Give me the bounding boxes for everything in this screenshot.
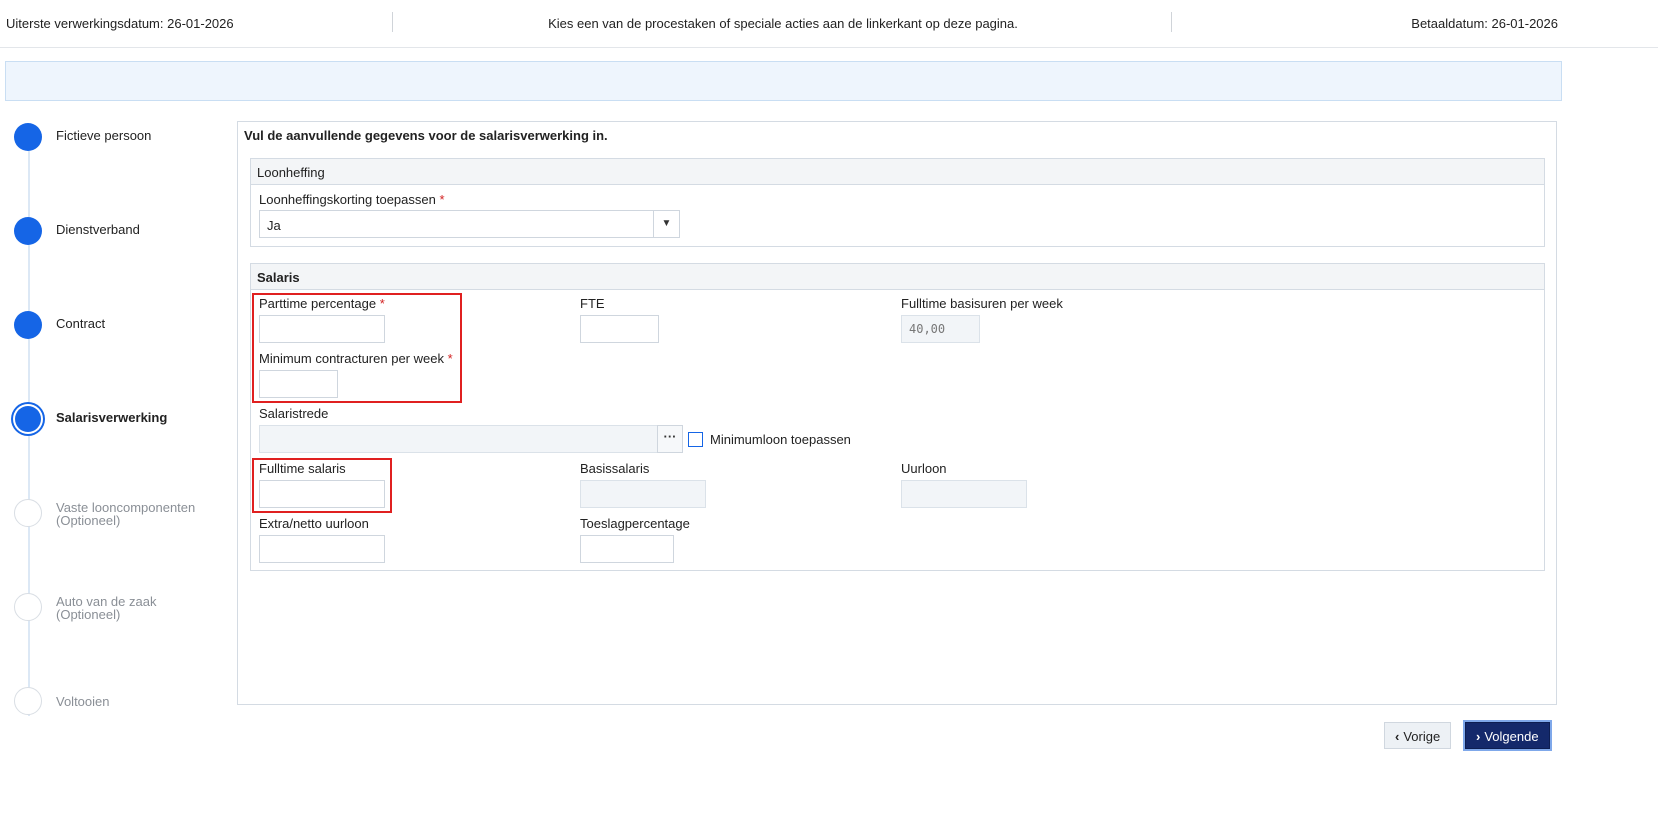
- uurloon-label: Uurloon: [901, 461, 947, 476]
- toeslagpercentage-input[interactable]: [580, 535, 674, 563]
- step-label: Voltooien: [56, 694, 110, 709]
- button-label: Vorige: [1403, 729, 1441, 744]
- section-title: Salaris: [251, 264, 1544, 290]
- step-label: Salarisverwerking: [56, 410, 168, 425]
- chevron-left-icon: ‹: [1395, 729, 1400, 744]
- salaristrede-lookup-button[interactable]: ···: [657, 425, 683, 453]
- extra-netto-uurloon-label: Extra/netto uurloon: [259, 516, 369, 531]
- step-pending-icon: [14, 499, 42, 527]
- instruction-text: Kies een van de procestaken of speciale …: [548, 16, 1018, 31]
- loonheffingskorting-label: Loonheffingskorting toepassen *: [259, 192, 445, 207]
- step-label-line: (Optioneel): [56, 607, 121, 622]
- previous-button[interactable]: ‹ Vorige: [1384, 722, 1452, 749]
- step-auto-van-de-zaak[interactable]: Auto van de zaak (Optioneel): [14, 593, 230, 623]
- uurloon-input: [901, 480, 1027, 508]
- validation-highlight-required: [252, 293, 462, 403]
- extra-netto-uurloon-input[interactable]: [259, 535, 385, 563]
- step-label: Vaste looncomponenten (Optioneel): [56, 501, 195, 527]
- select-value: Ja: [267, 218, 281, 233]
- step-label: Auto van de zaak (Optioneel): [56, 595, 156, 621]
- info-banner: [5, 61, 1562, 101]
- section-loonheffing: Loonheffing Loonheffingskorting toepasse…: [250, 158, 1545, 247]
- minimumloon-checkbox[interactable]: [688, 432, 703, 447]
- step-label: Contract: [56, 316, 106, 331]
- button-label: Volgende: [1484, 729, 1539, 744]
- step-voltooien[interactable]: Voltooien: [14, 687, 230, 717]
- step-done-icon: [14, 123, 42, 151]
- step-dienstverband[interactable]: Dienstverband: [14, 217, 230, 247]
- step-done-icon: [14, 217, 42, 245]
- wizard-stepper: Fictieve persoon Dienstverband Contract …: [0, 118, 230, 718]
- step-pending-icon: [14, 593, 42, 621]
- section-title: Loonheffing: [251, 159, 1544, 185]
- toeslagpercentage-label: Toeslagpercentage: [580, 516, 690, 531]
- minimumloon-label[interactable]: Minimumloon toepassen: [710, 432, 851, 447]
- processing-deadline: Uiterste verwerkingsdatum: 26-01-2026: [6, 16, 234, 31]
- basissalaris-label: Basissalaris: [580, 461, 650, 476]
- basissalaris-input: [580, 480, 706, 508]
- divider: [1171, 12, 1172, 32]
- step-label-line: (Optioneel): [56, 513, 121, 528]
- salaristrede-input[interactable]: [259, 425, 658, 453]
- field-label-text: Loonheffingskorting toepassen: [259, 192, 436, 207]
- step-label: Dienstverband: [56, 222, 140, 237]
- salaristrede-label: Salaristrede: [259, 406, 329, 421]
- payment-date: Betaaldatum: 26-01-2026: [1411, 16, 1558, 31]
- validation-highlight-fulltime-salaris: [252, 458, 392, 513]
- step-label: Fictieve persoon: [56, 128, 152, 143]
- step-contract[interactable]: Contract: [14, 311, 230, 341]
- step-vaste-looncomponenten[interactable]: Vaste looncomponenten (Optioneel): [14, 499, 230, 529]
- next-button[interactable]: › Volgende: [1465, 722, 1550, 749]
- step-salarisverwerking[interactable]: Salarisverwerking: [14, 405, 230, 435]
- section-salaris: Salaris Parttime percentage * FTE Fullti…: [250, 263, 1545, 571]
- chevron-right-icon: ›: [1476, 729, 1481, 744]
- loonheffingskorting-select[interactable]: Ja ▼: [259, 210, 680, 238]
- required-marker: *: [439, 192, 445, 207]
- fte-label: FTE: [580, 296, 605, 311]
- step-active-icon: [15, 406, 41, 432]
- dropdown-arrow-icon[interactable]: ▼: [653, 211, 679, 237]
- panel-title: Vul de aanvullende gegevens voor de sala…: [244, 128, 608, 143]
- step-pending-icon: [14, 687, 42, 715]
- fulltime-basisuren-label: Fulltime basisuren per week: [901, 296, 1063, 311]
- top-bar: Uiterste verwerkingsdatum: 26-01-2026 Ki…: [0, 0, 1658, 48]
- main-panel: Vul de aanvullende gegevens voor de sala…: [237, 121, 1557, 705]
- step-fictieve-persoon[interactable]: Fictieve persoon: [14, 123, 230, 153]
- fte-input[interactable]: [580, 315, 659, 343]
- fulltime-basisuren-input: 40,00: [901, 315, 980, 343]
- step-done-icon: [14, 311, 42, 339]
